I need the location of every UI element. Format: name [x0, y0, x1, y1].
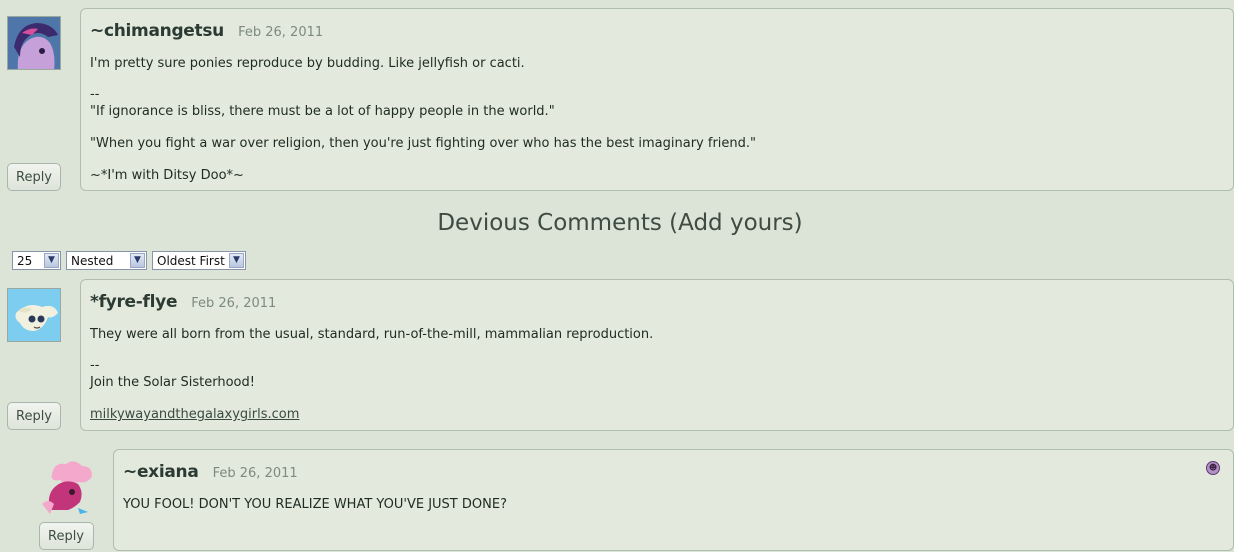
comment-header: *fyre-flye Feb 26, 2011	[90, 292, 276, 312]
chevron-down-icon: ▼	[229, 253, 244, 268]
comment-card: ~chimangetsu Feb 26, 2011 I'm pretty sur…	[80, 8, 1234, 191]
signature-separator: --	[90, 358, 100, 373]
section-heading: Devious Comments (Add yours)	[0, 210, 1234, 236]
comment-text: I'm pretty sure ponies reproduce by budd…	[90, 56, 525, 71]
comment-username[interactable]: ~exiana	[123, 462, 199, 482]
signature-line: Join the Solar Sisterhood!	[90, 375, 255, 390]
signature-line: "If ignorance is bliss, there must be a …	[90, 104, 555, 119]
sort-order-value: Oldest First	[157, 254, 225, 268]
view-mode-value: Nested	[71, 254, 114, 268]
signature-line: "When you fight a war over religion, the…	[90, 136, 757, 151]
per-page-value: 25	[17, 254, 33, 268]
avatar[interactable]	[7, 288, 61, 342]
comment-date[interactable]: Feb 26, 2011	[238, 25, 323, 40]
add-comment-link[interactable]: (Add yours)	[669, 210, 803, 236]
chevron-down-icon: ▼	[130, 253, 145, 268]
avatar[interactable]	[7, 16, 61, 70]
comment-text: YOU FOOL! DON'T YOU REALIZE WHAT YOU'VE …	[123, 497, 507, 512]
comment-header: ~chimangetsu Feb 26, 2011	[90, 21, 323, 41]
comment-username[interactable]: ~chimangetsu	[90, 21, 224, 41]
pony-avatar-icon	[8, 17, 60, 69]
purple-skull-badge-icon[interactable]: ☻	[1206, 461, 1220, 475]
comment-username[interactable]: *fyre-flye	[90, 292, 177, 312]
reply-button[interactable]: Reply	[39, 522, 94, 550]
comment-date[interactable]: Feb 26, 2011	[191, 296, 276, 311]
reply-button[interactable]: Reply	[7, 402, 61, 430]
signature-separator: --	[90, 87, 100, 102]
pony-avatar-icon	[42, 461, 92, 514]
sort-order-select[interactable]: Oldest First ▼	[152, 251, 246, 270]
comment-date[interactable]: Feb 26, 2011	[213, 466, 298, 481]
signature-link[interactable]: milkywayandthegalaxygirls.com	[90, 407, 299, 422]
comment-card: ~exiana Feb 26, 2011 YOU FOOL! DON'T YOU…	[113, 449, 1234, 551]
view-mode-select[interactable]: Nested ▼	[66, 251, 147, 270]
pony-avatar-icon	[8, 289, 60, 341]
comment-text: They were all born from the usual, stand…	[90, 327, 654, 342]
comment-card: *fyre-flye Feb 26, 2011 They were all bo…	[80, 279, 1234, 431]
avatar[interactable]	[38, 458, 96, 516]
reply-button[interactable]: Reply	[7, 163, 61, 191]
chevron-down-icon: ▼	[44, 253, 59, 268]
signature-line: ~*I'm with Ditsy Doo*~	[90, 168, 244, 183]
comment-header: ~exiana Feb 26, 2011	[123, 462, 298, 482]
per-page-select[interactable]: 25 ▼	[12, 251, 61, 270]
section-title: Devious Comments	[437, 210, 662, 236]
